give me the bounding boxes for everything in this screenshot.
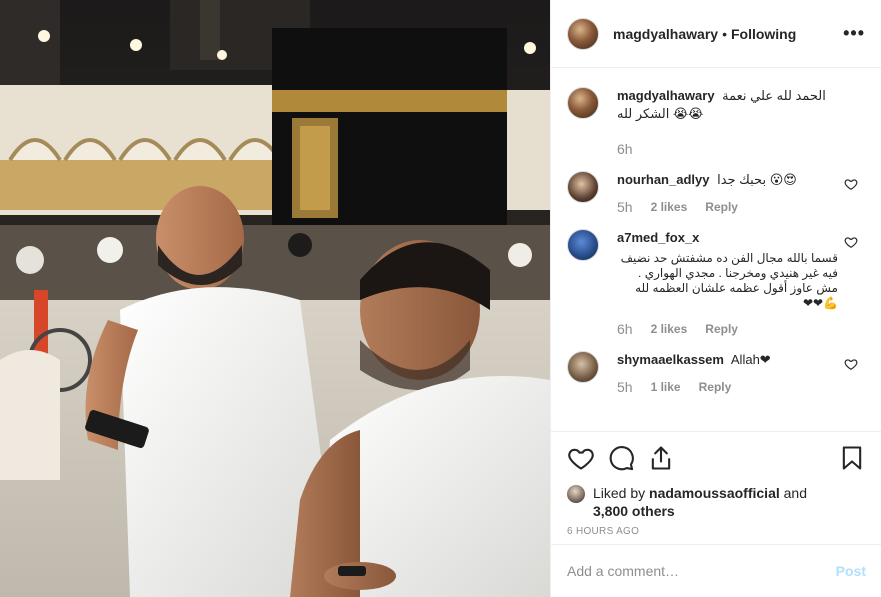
comment-text: Allah❤ (730, 352, 771, 367)
liked-by-others[interactable]: 3,800 others (593, 503, 675, 519)
reply-button[interactable]: Reply (699, 380, 732, 394)
comment-time: 5h (617, 199, 633, 215)
liked-by-and: and (783, 485, 807, 501)
post-photo[interactable] (0, 0, 550, 597)
post-side-panel: magdyalhawary • Following ••• magdyalhaw… (550, 0, 881, 597)
comment-icon[interactable] (607, 444, 635, 472)
liked-by-user[interactable]: nadamoussaofficial (649, 485, 780, 501)
comment-username[interactable]: nourhan_adlyy (617, 172, 709, 187)
comment-likes[interactable]: 2 likes (651, 200, 688, 214)
comment-body: a7med_fox_x قسما بالله مجال الفن ده مشفت… (617, 229, 866, 337)
comment-meta: 5h 1 like Reply (617, 379, 838, 395)
caption-avatar[interactable] (567, 87, 599, 119)
post-actions: Liked by nadamoussaofficial and 3,800 ot… (551, 431, 881, 537)
comment-item: shymaaelkassem Allah❤ 5h 1 like Reply (567, 351, 866, 395)
comment-like-heart-icon[interactable] (844, 235, 858, 249)
comments-list[interactable]: magdyalhawary الحمد لله علي نعمة الشكر ل… (551, 69, 881, 431)
reply-button[interactable]: Reply (705, 322, 738, 336)
comment-meta: 6h 2 likes Reply (617, 321, 838, 337)
author-username[interactable]: magdyalhawary (613, 26, 718, 42)
post-header: magdyalhawary • Following ••• (551, 0, 881, 68)
comment-text: بحبك جدا 😮😍 (717, 172, 797, 187)
post-timestamp: 6 HOURS AGO (567, 526, 640, 537)
comment-line: nourhan_adlyy بحبك جدا 😮😍 (617, 171, 838, 189)
add-comment-bar: Post (551, 544, 881, 597)
caption-time: 6h (617, 141, 633, 157)
comment-avatar[interactable] (567, 229, 599, 261)
comment-likes[interactable]: 1 like (651, 380, 681, 394)
comment-like-heart-icon[interactable] (844, 357, 858, 371)
caption-username[interactable]: magdyalhawary (617, 88, 715, 103)
liked-by-text: Liked by nadamoussaofficial and 3,800 ot… (593, 484, 807, 520)
caption-meta: 6h (617, 141, 838, 157)
comment-time: 5h (617, 379, 633, 395)
comment-username[interactable]: shymaaelkassem (617, 352, 724, 367)
comment-line: a7med_fox_x قسما بالله مجال الفن ده مشفت… (617, 229, 838, 311)
share-icon[interactable] (647, 444, 675, 472)
comment-likes[interactable]: 2 likes (651, 322, 688, 336)
comment-meta: 5h 2 likes Reply (617, 199, 838, 215)
comment-body: shymaaelkassem Allah❤ 5h 1 like Reply (617, 351, 866, 395)
comment-line: shymaaelkassem Allah❤ (617, 351, 838, 369)
comment-username[interactable]: a7med_fox_x (617, 230, 699, 245)
comment-avatar[interactable] (567, 351, 599, 383)
more-horizontal-icon[interactable]: ••• (843, 23, 865, 44)
caption-line: magdyalhawary الحمد لله علي نعمة الشكر ل… (617, 87, 838, 123)
header-separator: • (722, 25, 727, 42)
comment-body: nourhan_adlyy بحبك جدا 😮😍 5h 2 likes Rep… (617, 171, 866, 215)
reply-button[interactable]: Reply (705, 200, 738, 214)
comment-item: a7med_fox_x قسما بالله مجال الفن ده مشفت… (567, 229, 866, 337)
following-button[interactable]: Following (731, 26, 796, 42)
comment-item: nourhan_adlyy بحبك جدا 😮😍 5h 2 likes Rep… (567, 171, 866, 215)
bookmark-icon[interactable] (838, 444, 866, 472)
action-icons (567, 442, 866, 474)
caption-body: magdyalhawary الحمد لله علي نعمة الشكر ل… (617, 87, 866, 157)
comment-time: 6h (617, 321, 633, 337)
liked-by: Liked by nadamoussaofficial and 3,800 ot… (567, 484, 866, 520)
heart-icon[interactable] (567, 444, 595, 472)
comment-input[interactable] (567, 563, 836, 579)
caption: magdyalhawary الحمد لله علي نعمة الشكر ل… (567, 87, 866, 157)
liked-by-prefix: Liked by (593, 485, 646, 501)
comment-avatar[interactable] (567, 171, 599, 203)
comment-like-heart-icon[interactable] (844, 177, 858, 191)
liked-by-avatar[interactable] (567, 485, 585, 503)
comment-text: قسما بالله مجال الفن ده مشفتش حد نضيف في… (620, 251, 838, 310)
author-avatar[interactable] (567, 17, 599, 50)
photo-illustration (0, 0, 550, 597)
post-comment-button[interactable]: Post (836, 563, 866, 579)
